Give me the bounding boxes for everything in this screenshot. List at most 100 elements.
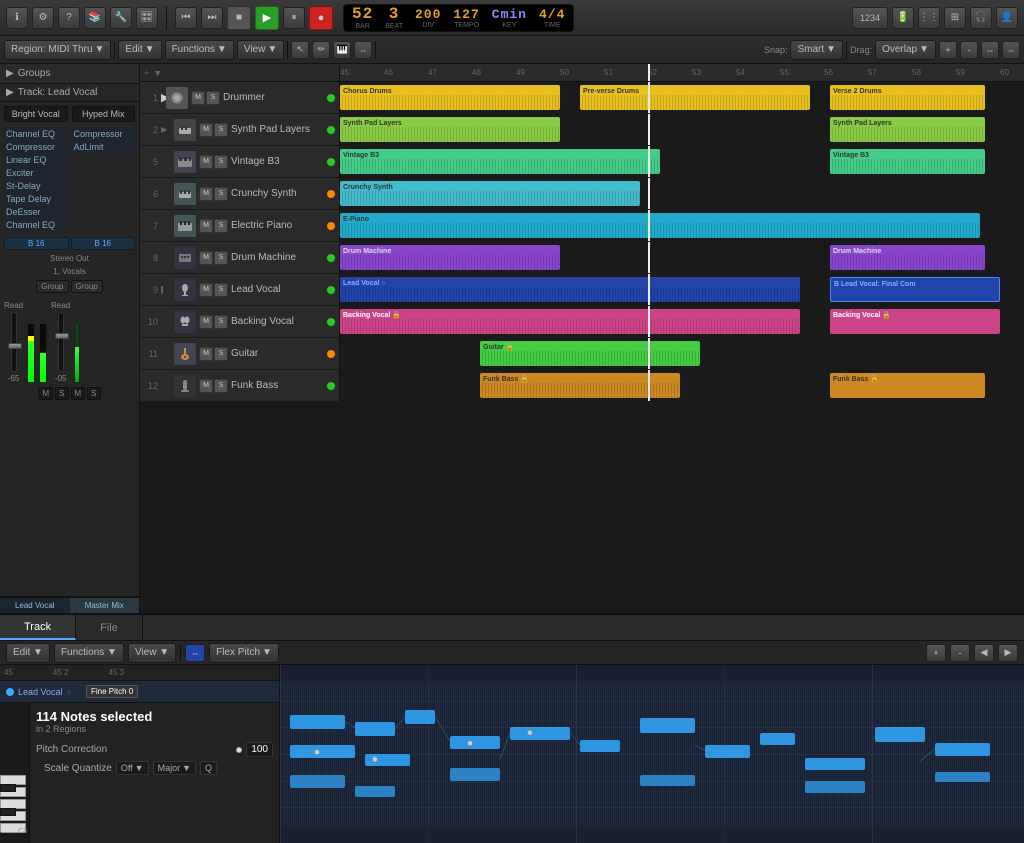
solo-btn-6[interactable]: S (214, 187, 228, 201)
fader-track-2[interactable] (58, 312, 64, 372)
solo-btn-12[interactable]: S (214, 379, 228, 393)
pointer-tool[interactable]: ↖ (291, 41, 309, 59)
mute-btn-6[interactable]: M (199, 187, 213, 201)
mute-btn-8[interactable]: M (199, 251, 213, 265)
zoom-h-in[interactable]: ⇔ (981, 41, 999, 59)
list-item[interactable]: Crunchy Synth (340, 181, 640, 206)
snap-dropdown[interactable]: Smart ▼ (790, 40, 843, 60)
functions-dropdown[interactable]: Functions ▼ (165, 40, 234, 60)
track-content-11[interactable]: Guitar 🔒 (340, 338, 1024, 369)
library-btn[interactable]: 📚 (84, 7, 106, 29)
settings-btn[interactable]: ⚙ (32, 7, 54, 29)
play-btn[interactable]: ▶ (255, 6, 279, 30)
headphones-btn[interactable]: 🎧 (970, 7, 992, 29)
bus-1[interactable]: B 16 (4, 237, 69, 250)
track-content-2[interactable]: Synth Pad Layers Synth Pad Layers (340, 114, 1024, 145)
mute-btn-10[interactable]: M (199, 315, 213, 329)
view-list-btn[interactable]: ⋮⋮ (918, 7, 940, 29)
group-btn2[interactable]: Group (71, 280, 103, 293)
plugin-exciter[interactable]: Exciter (4, 167, 68, 179)
list-item[interactable]: E-Piano (340, 213, 980, 238)
view-dropdown[interactable]: View ▼ (237, 40, 284, 60)
bottom-channel-2[interactable]: Master Mix (70, 597, 140, 613)
pitch-knob[interactable] (236, 747, 242, 753)
region-dropdown[interactable]: Region: MIDI Thru ▼ (4, 40, 111, 60)
bottom-next[interactable]: ▶ (998, 644, 1018, 662)
scale-q-btn[interactable]: Q (200, 761, 217, 775)
list-item[interactable]: Vintage B3 (340, 149, 660, 174)
piano-key-ds3[interactable] (0, 784, 16, 792)
piano-tool[interactable]: 🎹 (333, 41, 351, 59)
list-item[interactable]: Synth Pad Layers (340, 117, 560, 142)
mixer-btn[interactable]: 🎛 (136, 7, 158, 29)
bottom-prev[interactable]: ◀ (974, 644, 994, 662)
solo-btn-2[interactable]: S (214, 123, 228, 137)
solo-btn-11[interactable]: S (214, 347, 228, 361)
info-btn[interactable]: ℹ (6, 7, 28, 29)
track-content-6[interactable]: Crunchy Synth (340, 178, 1024, 209)
list-item[interactable]: Drum Machine (340, 245, 560, 270)
plugin-tape-delay[interactable]: Tape Delay (4, 193, 68, 205)
insert-adlimit[interactable]: AdLimit (72, 141, 136, 153)
solo-btn-8[interactable]: S (214, 251, 228, 265)
edit-btn-bottom[interactable]: Edit ▼ (6, 643, 50, 663)
list-item[interactable]: Lead Vocal ○ (340, 277, 800, 302)
list-item[interactable]: Synth Pad Layers (830, 117, 985, 142)
group-btn[interactable]: Group (36, 280, 68, 293)
list-item[interactable]: Vintage B3 (830, 149, 985, 174)
scale-off-dropdown[interactable]: Off ▼ (116, 761, 149, 775)
groups-header[interactable]: ▶ Groups (0, 64, 139, 84)
track-content-8[interactable]: Drum Machine Drum Machine (340, 242, 1024, 273)
piano-key-cs3[interactable] (0, 808, 16, 816)
zoom-in-btn[interactable]: + (939, 41, 957, 59)
track-content-7[interactable]: E-Piano (340, 210, 1024, 241)
plugin-st-delay[interactable]: St-Delay (4, 180, 68, 192)
fader-thumb-2[interactable] (55, 333, 69, 339)
rewind-btn[interactable]: ⏮ (175, 7, 197, 29)
mute-btn-11[interactable]: M (199, 347, 213, 361)
fast-forward-btn[interactable]: ⏭ (201, 7, 223, 29)
mute-btn-12[interactable]: M (199, 379, 213, 393)
list-item[interactable]: Guitar 🔒 (480, 341, 700, 366)
track-content-9[interactable]: Lead Vocal ○ B Lead Vocal: Final Com (340, 274, 1024, 305)
view-btn-bottom[interactable]: View ▼ (128, 643, 176, 663)
fader-thumb-1[interactable] (8, 343, 22, 349)
expand-arrow-1[interactable]: ▶ (161, 82, 163, 113)
solo-btn-5[interactable]: S (214, 155, 228, 169)
add-track-btn[interactable]: + (144, 68, 149, 78)
list-item[interactable]: Pre-verse Drums (580, 85, 810, 110)
tab-file[interactable]: File (76, 615, 143, 640)
user-btn[interactable]: 👤 (996, 7, 1018, 29)
flex-tool[interactable]: ⇔ (354, 41, 372, 59)
zoom-out-btn[interactable]: - (960, 41, 978, 59)
inspector-btn[interactable]: 🔧 (110, 7, 132, 29)
pause-btn[interactable]: ⏸ (283, 7, 305, 29)
solo-btn-10[interactable]: S (214, 315, 228, 329)
pitch-correction-val[interactable]: 100 (246, 742, 273, 757)
piano-roll-editor[interactable] (280, 665, 1024, 843)
tab-track[interactable]: Track (0, 615, 76, 640)
plugin-linear-eq[interactable]: Linear EQ (4, 154, 68, 166)
functions-btn-bottom[interactable]: Functions ▼ (54, 643, 124, 663)
drag-dropdown[interactable]: Overlap ▼ (875, 40, 936, 60)
fader-track-1[interactable] (11, 312, 17, 372)
solo-btn-7[interactable]: S (214, 219, 228, 233)
list-item[interactable]: B Lead Vocal: Final Com (830, 277, 1000, 302)
bus-2[interactable]: B 16 (71, 237, 136, 250)
mute-btn-1[interactable]: M (191, 91, 205, 105)
help-btn[interactable]: ? (58, 7, 80, 29)
bottom-channel-1[interactable]: Lead Vocal (0, 597, 70, 613)
mute-btn-7[interactable]: M (199, 219, 213, 233)
mute-btn-2[interactable]: M (199, 123, 213, 137)
list-item[interactable]: Verse 2 Drums (830, 85, 985, 110)
plugin-deesser[interactable]: DeEsser (4, 206, 68, 218)
list-item[interactable]: Backing Vocal 🔒 (340, 309, 800, 334)
solo-btn-9[interactable]: S (214, 283, 228, 297)
list-item[interactable]: Drum Machine (830, 245, 985, 270)
record-btn[interactable]: ● (309, 6, 333, 30)
list-item[interactable]: Chorus Drums (340, 85, 560, 110)
mute-btn-9[interactable]: M (199, 283, 213, 297)
flex-pitch-dropdown[interactable]: Flex Pitch ▼ (209, 643, 279, 663)
plugin-channel-eq[interactable]: Channel EQ (4, 128, 68, 140)
stop-btn[interactable]: ■ (227, 6, 251, 30)
